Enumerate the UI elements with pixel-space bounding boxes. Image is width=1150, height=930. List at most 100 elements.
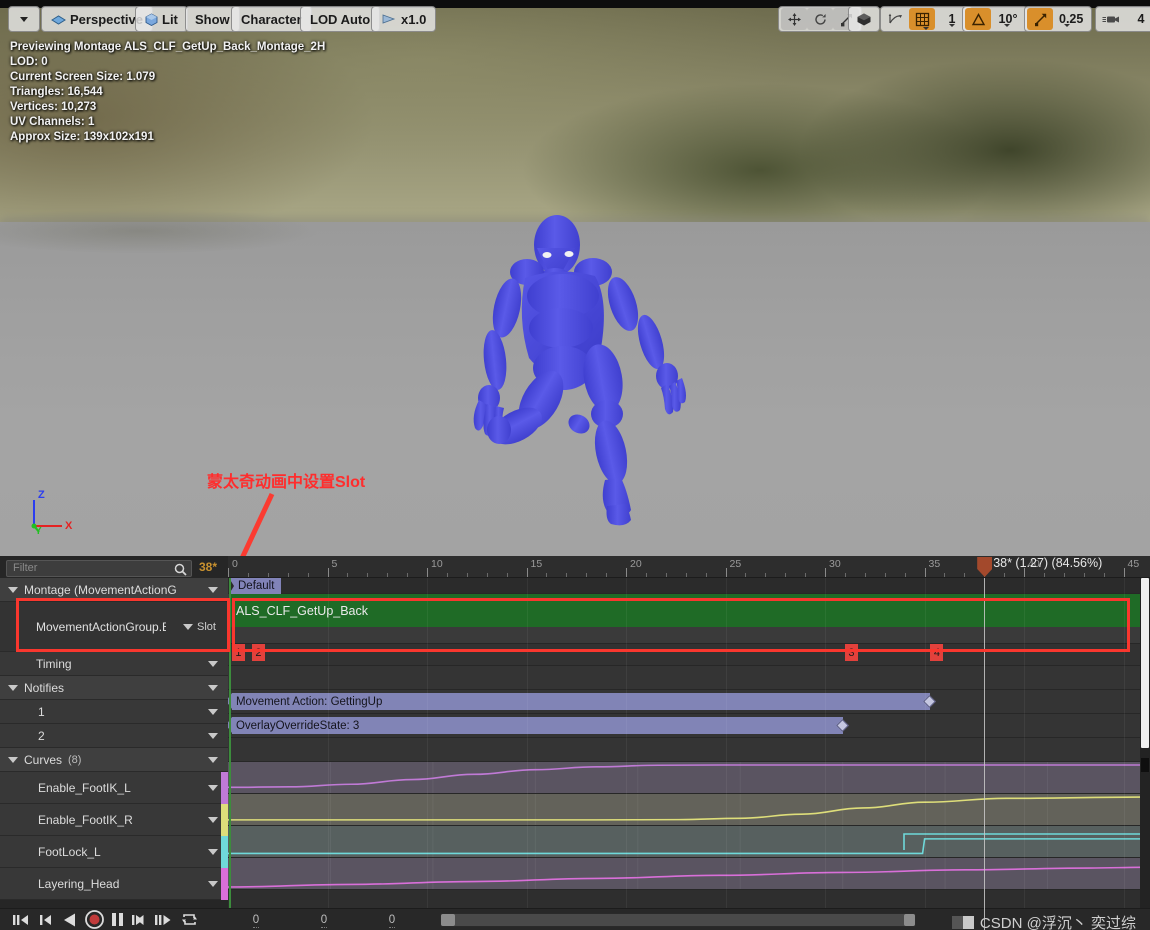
search-icon[interactable] — [174, 563, 187, 576]
notify-track-row-2[interactable]: OverlayOverrideState: 3 — [228, 714, 1140, 738]
curve-track-layering-head[interactable] — [228, 858, 1140, 890]
track-header-notify-1[interactable]: 1 — [0, 700, 228, 724]
world-space-cube-icon[interactable] — [851, 8, 877, 30]
track-header-curve-enable-footik-r[interactable]: Enable_FootIK_R — [0, 804, 228, 836]
camera-speed-group[interactable]: 4 — [1095, 6, 1150, 32]
viewport-options-group[interactable] — [8, 6, 40, 32]
ruler-minor-tick — [566, 573, 568, 577]
camera-speed-icon[interactable] — [1098, 8, 1124, 30]
chevron-down-icon[interactable] — [208, 708, 218, 715]
track-header-curve-enable-footik-l[interactable]: Enable_FootIK_L — [0, 772, 228, 804]
notify-row-label: 1 — [38, 704, 45, 719]
ruler-minor-tick — [864, 573, 866, 577]
chevron-down-icon[interactable] — [183, 623, 194, 630]
play-forward-icon[interactable] — [154, 913, 174, 927]
slot-track-row[interactable]: ALS_CLF_GetUp_Back — [228, 594, 1140, 644]
scale-snap-value[interactable]: 0.25 — [1053, 8, 1089, 30]
curve-track-enable-footik-r[interactable] — [228, 794, 1140, 826]
coordinate-system-group[interactable] — [848, 6, 880, 32]
preview-viewport[interactable]: Z X Y Perspective Lit Show Character LOD… — [0, 0, 1150, 556]
number-field-3[interactable]: 0 — [358, 913, 426, 928]
lod-button[interactable]: LOD Auto — [303, 8, 377, 30]
stat-previewing-montage: Previewing Montage ALS_CLF_GetUp_Back_Mo… — [10, 41, 326, 53]
number-field-2[interactable]: 0 — [290, 913, 358, 928]
character-button[interactable]: Character — [234, 8, 309, 30]
timing-marker[interactable]: 4 — [930, 644, 944, 661]
chevron-down-icon[interactable] — [208, 816, 218, 823]
chevron-down-icon[interactable] — [208, 848, 218, 855]
ruler-major-tick — [626, 568, 627, 577]
step-back-icon[interactable] — [39, 913, 55, 927]
track-header-curves-group[interactable]: Curves (8) — [0, 748, 228, 772]
chevron-down-icon[interactable] — [208, 586, 218, 593]
section-track-row[interactable]: Default — [228, 578, 1140, 594]
animation-segment[interactable]: ALS_CLF_GetUp_Back — [230, 594, 1140, 627]
surface-snap-icon[interactable] — [883, 8, 929, 30]
skip-to-start-icon[interactable] — [12, 913, 32, 927]
angle-snap-icon[interactable] — [965, 8, 991, 30]
timeline-range-slider[interactable] — [440, 912, 916, 927]
slot-dropdown[interactable]: Slot — [183, 621, 216, 633]
triangle-down-icon[interactable] — [8, 586, 18, 593]
timing-track-row[interactable]: 12 3 4 — [228, 644, 1140, 666]
chevron-down-icon[interactable] — [208, 732, 218, 739]
move-gizmo-icon[interactable] — [781, 8, 807, 30]
lit-button[interactable]: Lit — [138, 8, 185, 30]
range-slider-right-handle[interactable] — [904, 913, 915, 926]
camera-speed-value[interactable]: 4 — [1124, 8, 1150, 30]
snap-settings-group[interactable]: 1 — [880, 6, 972, 32]
chevron-down-icon[interactable] — [11, 8, 37, 30]
track-body-list[interactable]: Default ALS_CLF_GetUp_Back 12 3 4 Movement… — [228, 578, 1140, 908]
ruler-minor-tick — [546, 573, 548, 577]
playback-speed-group[interactable]: x1.0 — [371, 6, 437, 32]
track-header-timing[interactable]: Timing — [0, 652, 228, 676]
search-input[interactable]: Filter — [6, 559, 192, 577]
play-reverse-icon[interactable] — [62, 912, 78, 928]
curve-track-footlock-l[interactable] — [228, 826, 1140, 858]
angle-snap-group[interactable]: 10° — [962, 6, 1028, 32]
scale-snap-group[interactable]: 0.25 — [1024, 6, 1093, 32]
lod-menu-group[interactable]: LOD Auto — [300, 6, 381, 32]
preview-character-mannequin[interactable] — [455, 200, 735, 540]
triangle-down-icon[interactable] — [8, 684, 18, 691]
range-slider-fill — [449, 913, 907, 926]
range-slider-left-handle[interactable] — [441, 913, 455, 926]
curve-graph — [228, 762, 1140, 793]
curve-label: Enable_FootIK_R — [38, 812, 133, 827]
view-mode-group[interactable]: Lit — [135, 6, 188, 32]
record-icon[interactable] — [85, 910, 104, 929]
timing-marker[interactable]: 2 — [251, 644, 265, 661]
scrollbar-thumb[interactable] — [1141, 578, 1149, 748]
number-field-1[interactable]: 0 — [222, 913, 290, 928]
chevron-down-icon[interactable] — [208, 784, 218, 791]
notify-track-row-1[interactable]: Movement Action: GettingUp — [228, 690, 1140, 714]
track-vertical-scrollbar[interactable] — [1140, 578, 1150, 908]
show-button[interactable]: Show — [188, 8, 237, 30]
timing-marker[interactable]: 1 — [231, 644, 245, 661]
triangle-down-icon[interactable] — [8, 756, 18, 763]
chevron-down-icon[interactable] — [208, 660, 218, 667]
step-forward-icon[interactable] — [131, 913, 147, 927]
chevron-down-icon[interactable] — [208, 880, 218, 887]
playback-speed-button[interactable]: x1.0 — [374, 8, 433, 30]
track-header-curve-footlock-l[interactable]: FootLock_L — [0, 836, 228, 868]
track-header-curve-layering-head[interactable]: Layering_Head — [0, 868, 228, 900]
lod-label: LOD Auto — [310, 11, 371, 27]
track-header-montage-group[interactable]: Montage (MovementActionGro — [0, 578, 228, 602]
curve-track-enable-footik-l[interactable] — [228, 762, 1140, 794]
timing-marker[interactable]: 3 — [844, 644, 858, 661]
chevron-down-icon[interactable] — [208, 684, 218, 691]
notify-bar[interactable]: OverlayOverrideState: 3 — [228, 717, 843, 734]
ruler-minor-tick — [805, 573, 807, 577]
section-tag[interactable]: Default — [229, 578, 282, 594]
ruler-minor-tick — [486, 573, 488, 577]
pause-icon[interactable] — [111, 912, 124, 927]
grid-snap-icon[interactable] — [909, 8, 935, 30]
rotate-gizmo-icon[interactable] — [807, 8, 833, 30]
track-header-slot[interactable]: MovementActionGroup.Ba Slot — [0, 602, 228, 652]
scale-snap-icon[interactable] — [1027, 8, 1053, 30]
chevron-down-icon[interactable] — [208, 756, 218, 763]
track-header-notify-2[interactable]: 2 — [0, 724, 228, 748]
loop-icon[interactable] — [181, 912, 198, 927]
track-header-notifies-group[interactable]: Notifies — [0, 676, 228, 700]
